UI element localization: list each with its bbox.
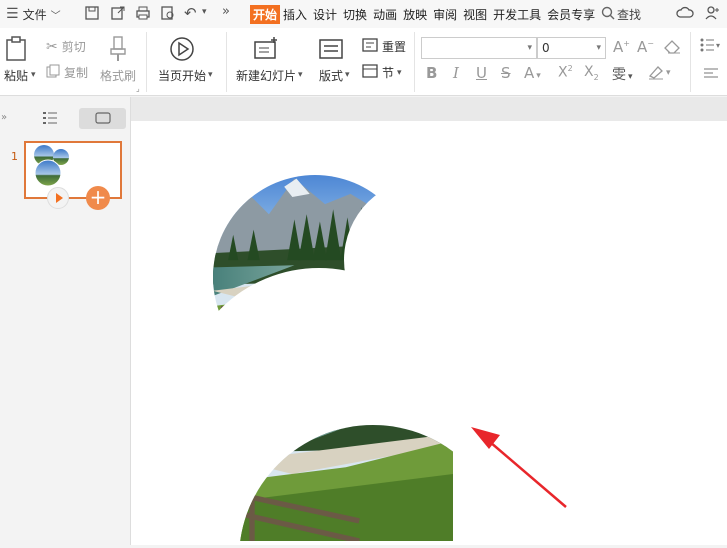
font-name-select[interactable]: ▾: [421, 37, 537, 59]
tab-transitions[interactable]: 切换: [340, 6, 370, 23]
clear-format-icon[interactable]: [664, 39, 682, 58]
brush-icon: [108, 36, 128, 65]
tab-insert[interactable]: 插入: [280, 6, 310, 23]
play-circle-icon: [169, 36, 195, 65]
strikethrough-icon[interactable]: S: [501, 64, 511, 82]
font-color-icon[interactable]: A ▾: [524, 64, 541, 82]
clipboard-icon: [4, 36, 28, 65]
add-slide-icon[interactable]: +: [86, 186, 110, 210]
subscript-icon[interactable]: X2: [584, 64, 599, 82]
menu-bar: ☰ 文件 ﹀ ↶ ▾ » 开始 插入 设计 切换 动画 放映 审阅 视图 开发工…: [0, 0, 727, 28]
undo-icon[interactable]: ↶: [184, 4, 197, 22]
reset-label: 重置: [382, 40, 407, 54]
print-icon[interactable]: [135, 5, 151, 24]
layout-dropdown-icon[interactable]: ▾: [345, 70, 350, 80]
bold-icon[interactable]: B: [426, 64, 437, 82]
reset-button[interactable]: 重置: [362, 38, 406, 55]
new-slide-dropdown-icon[interactable]: ▾: [298, 70, 303, 80]
increase-font-size-icon[interactable]: A+: [613, 38, 630, 56]
copy-icon: [46, 64, 60, 81]
slide-canvas[interactable]: [131, 121, 727, 546]
section-label: 节: [382, 66, 395, 80]
svg-text:▾: ▾: [716, 41, 720, 50]
save-icon[interactable]: [84, 5, 100, 24]
phonetic-guide-icon[interactable]: 雯 ▾: [612, 64, 633, 84]
separator: [414, 32, 415, 92]
file-menu[interactable]: ☰ 文件 ﹀: [6, 0, 61, 28]
layout-button[interactable]: 版式: [318, 36, 344, 84]
slides-view-tab[interactable]: [79, 108, 126, 129]
paste-label: 粘贴: [4, 69, 29, 83]
file-menu-label: 文件: [22, 7, 47, 22]
superscript-icon[interactable]: X2: [558, 64, 573, 81]
section-dropdown-icon: ▾: [397, 67, 402, 78]
new-slide-icon: [253, 36, 279, 65]
photo-circle-bottom[interactable]: [180, 268, 458, 546]
print-preview-icon[interactable]: [160, 5, 176, 24]
tab-home[interactable]: 开始: [250, 4, 281, 24]
layout-icon: [318, 36, 344, 65]
tab-review[interactable]: 审阅: [430, 6, 460, 23]
font-size-select[interactable]: 0 ▾: [537, 37, 606, 59]
red-arrow: [471, 427, 567, 508]
copy-label: 复制: [64, 66, 89, 80]
clipboard-group-launcher-icon[interactable]: ⌟: [136, 84, 140, 93]
hamburger-icon: ☰: [6, 6, 19, 22]
more-icon[interactable]: »: [222, 4, 230, 19]
scissors-icon: ✂: [46, 38, 58, 55]
svg-text:▾: ▾: [666, 68, 671, 78]
paste-button[interactable]: 粘贴: [4, 36, 28, 84]
play-slide-icon[interactable]: [47, 187, 69, 209]
highlight-icon[interactable]: ▾: [648, 64, 674, 83]
italic-icon[interactable]: I: [453, 64, 459, 82]
font-size-value: 0: [542, 41, 550, 55]
search-label: 查找: [617, 7, 642, 22]
play-dropdown-icon[interactable]: ▾: [208, 70, 213, 80]
layout-label: 版式: [318, 69, 343, 83]
tab-design[interactable]: 设计: [310, 6, 340, 23]
slide-number: 1: [11, 150, 18, 163]
cut-button[interactable]: ✂ 剪切: [46, 38, 86, 55]
undo-dropdown-icon[interactable]: ▾: [202, 7, 207, 17]
outline-view-icon[interactable]: [42, 111, 58, 128]
export-icon[interactable]: [110, 5, 126, 24]
chevron-down-icon: ▾: [527, 43, 532, 53]
bullet-list-icon[interactable]: ▾: [700, 38, 722, 55]
new-slide-label: 新建幻灯片: [236, 69, 297, 83]
reset-icon: [362, 38, 378, 55]
new-slide-button[interactable]: 新建幻灯片: [236, 36, 296, 84]
tab-slideshow[interactable]: 放映: [400, 6, 430, 23]
search-button[interactable]: 查找: [601, 0, 641, 28]
copy-button[interactable]: 复制: [46, 64, 88, 81]
chevron-down-icon: ▾: [596, 43, 601, 53]
tab-view[interactable]: 视图: [460, 6, 490, 23]
align-left-icon[interactable]: [703, 68, 719, 83]
slide-artwork: [170, 146, 567, 546]
ribbon: 粘贴 ▾ ✂ 剪切 复制 格式刷 ⌟ 当页开始 ▾ 新建幻灯片 ▾ 版式 ▾ 重…: [0, 28, 727, 96]
decrease-font-size-icon[interactable]: A−: [637, 38, 654, 56]
format-painter-label: 格式刷: [100, 69, 137, 83]
play-from-current-button[interactable]: 当页开始: [158, 36, 206, 84]
slides-panel: » 1 +: [0, 97, 131, 545]
cloud-icon[interactable]: [676, 5, 694, 24]
search-icon: [601, 6, 615, 23]
tab-member[interactable]: 会员专享: [544, 6, 598, 23]
cut-label: 剪切: [61, 40, 86, 54]
add-user-icon[interactable]: [704, 5, 720, 24]
underline-icon[interactable]: U: [476, 64, 487, 82]
separator: [226, 32, 227, 92]
ribbon-tabs: 开始 插入 设计 切换 动画 放映 审阅 视图 开发工具 会员专享: [250, 0, 598, 28]
separator: [690, 32, 691, 92]
section-button[interactable]: 节 ▾: [362, 64, 402, 81]
chevron-down-icon: ﹀: [50, 10, 61, 22]
tab-developer[interactable]: 开发工具: [490, 6, 544, 23]
slide-view-icon: [95, 112, 111, 127]
format-painter-button[interactable]: 格式刷: [100, 36, 136, 84]
play-from-current-label: 当页开始: [158, 69, 207, 83]
paste-dropdown-icon[interactable]: ▾: [31, 70, 36, 80]
collapse-panel-icon[interactable]: »: [1, 112, 7, 123]
tab-animation[interactable]: 动画: [370, 6, 400, 23]
separator: [146, 32, 147, 92]
section-icon: [362, 64, 378, 81]
